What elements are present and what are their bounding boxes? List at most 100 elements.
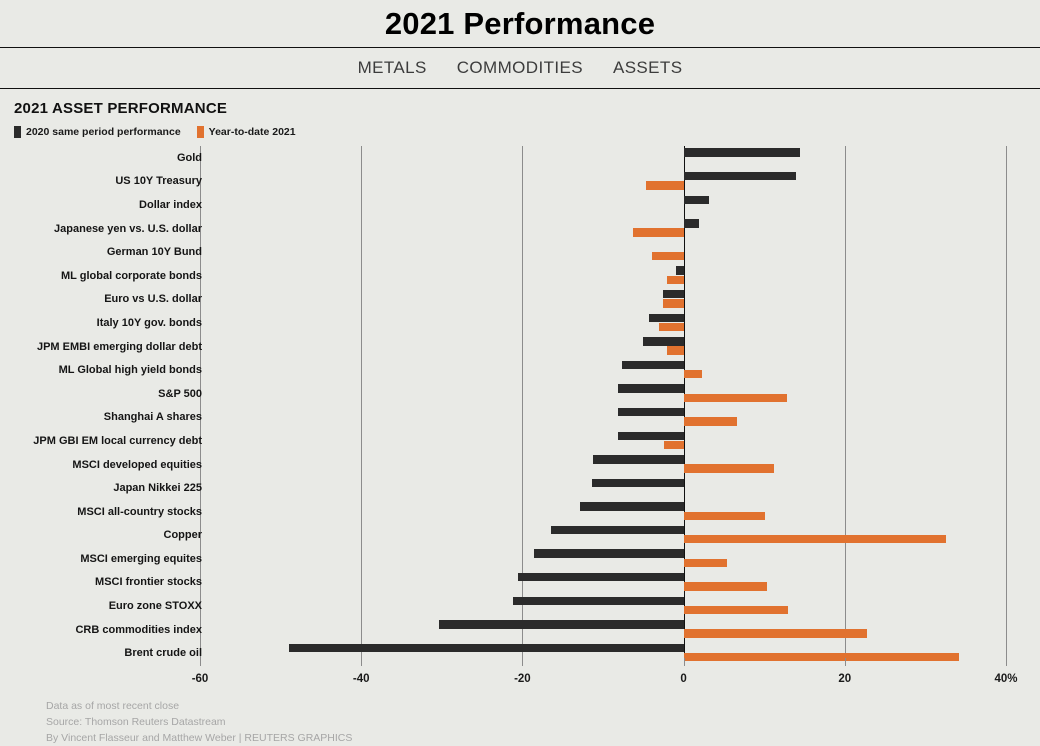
x-tick-label: -60 bbox=[191, 673, 209, 685]
chart-row: S&P 500 bbox=[0, 382, 1040, 406]
legend-label-ytd: Year-to-date 2021 bbox=[208, 126, 296, 138]
legend-swatch-ytd bbox=[196, 126, 204, 138]
bar-ytd bbox=[683, 605, 789, 615]
row-label: ML Global high yield bonds bbox=[58, 364, 202, 377]
bar-prev bbox=[438, 620, 684, 629]
bar-ytd bbox=[645, 181, 684, 190]
bar-ytd bbox=[683, 511, 765, 520]
footer-line-1: Data as of most recent close bbox=[46, 700, 180, 712]
nav-bar: METALS COMMODITIES ASSETS bbox=[0, 48, 1040, 89]
x-tick-label: -40 bbox=[352, 673, 370, 685]
row-label: Euro zone STOXX bbox=[108, 600, 202, 613]
row-label: German 10Y Bund bbox=[106, 246, 202, 259]
bar-prev bbox=[683, 219, 699, 228]
row-label: Dollar index bbox=[139, 198, 202, 211]
footer-line-3: By Vincent Flasseur and Matthew Weber | … bbox=[46, 732, 353, 744]
tick-mark--20 bbox=[522, 658, 524, 666]
row-label: Japanese yen vs. U.S. dollar bbox=[54, 222, 202, 235]
legend-swatch-prev bbox=[14, 126, 21, 138]
bar-rows: Gold US 10Y Treasury Dollar index Japanese … bbox=[0, 146, 1040, 665]
legend-label-prev: 2020 same period performance bbox=[26, 126, 181, 138]
chart-legend: 2020 same period performance Year-to-dat… bbox=[14, 126, 1040, 138]
chart-row: German 10Y Bund bbox=[0, 240, 1040, 264]
chart-row: MSCI emerging equites bbox=[0, 547, 1040, 571]
chart-row: JPM GBI EM local currency debt bbox=[0, 429, 1040, 453]
bar-prev bbox=[512, 596, 684, 606]
bar-prev bbox=[683, 148, 801, 157]
chart-row: Euro zone STOXX bbox=[0, 594, 1040, 618]
row-label: Italy 10Y gov. bonds bbox=[96, 316, 202, 329]
bar-ytd bbox=[683, 629, 867, 638]
tick-mark-20 bbox=[844, 658, 846, 666]
row-label: JPM EMBI emerging dollar debt bbox=[36, 340, 202, 353]
chart-row: Dollar index bbox=[0, 193, 1040, 217]
bar-prev bbox=[683, 195, 710, 204]
row-label: MSCI frontier stocks bbox=[95, 576, 202, 589]
chart-row: JPM EMBI emerging dollar debt bbox=[0, 335, 1040, 359]
chart-row: MSCI all-country stocks bbox=[0, 500, 1040, 524]
chart-row: Gold bbox=[0, 146, 1040, 170]
row-label: US 10Y Treasury bbox=[115, 175, 202, 188]
bar-prev bbox=[683, 171, 797, 181]
chart-title: 2021 ASSET PERFORMANCE bbox=[14, 100, 228, 117]
chart-row: Euro vs U.S. dollar bbox=[0, 288, 1040, 312]
x-tick-label: 0 bbox=[680, 673, 687, 685]
bar-ytd bbox=[683, 653, 960, 662]
bar-prev bbox=[591, 478, 684, 488]
nav-item-assets[interactable]: ASSETS bbox=[613, 58, 682, 78]
nav-item-metals[interactable]: METALS bbox=[358, 58, 427, 78]
bar-ytd bbox=[683, 558, 728, 568]
chart-header: 2021 ASSET PERFORMANCE 2020 same period … bbox=[0, 89, 1040, 138]
row-label: Brent crude oil bbox=[124, 647, 202, 660]
chart-row: Japan Nikkei 225 bbox=[0, 476, 1040, 500]
chart-row: Italy 10Y gov. bonds bbox=[0, 311, 1040, 335]
row-label: Japan Nikkei 225 bbox=[113, 482, 202, 495]
chart-row: ML Global high yield bonds bbox=[0, 358, 1040, 382]
x-axis: -60 -40 -20 0 20 40% bbox=[0, 658, 1040, 692]
row-label: S&P 500 bbox=[158, 387, 202, 400]
chart-row: Shanghai A shares bbox=[0, 406, 1040, 430]
chart-row: ML global corporate bonds bbox=[0, 264, 1040, 288]
x-tick-label: 40% bbox=[994, 673, 1018, 685]
bar-prev bbox=[592, 455, 684, 464]
bar-ytd bbox=[683, 582, 767, 591]
bar-ytd bbox=[667, 346, 684, 355]
plot-area: Gold US 10Y Treasury Dollar index Japanese … bbox=[0, 146, 1040, 666]
bar-ytd bbox=[652, 251, 684, 261]
chart-row: US 10Y Treasury bbox=[0, 170, 1040, 194]
tick-mark-40 bbox=[1006, 658, 1007, 666]
bar-ytd bbox=[683, 535, 946, 544]
bar-prev bbox=[643, 337, 684, 346]
nav-item-commodities[interactable]: COMMODITIES bbox=[457, 58, 583, 78]
bar-prev bbox=[618, 407, 684, 417]
bar-ytd bbox=[662, 299, 684, 308]
bar-ytd bbox=[683, 369, 703, 379]
footer: Data as of most recent close Source: Tho… bbox=[0, 692, 1040, 746]
row-label: JPM GBI EM local currency debt bbox=[33, 434, 202, 447]
row-label: Copper bbox=[163, 529, 203, 542]
legend-item-prev: 2020 same period performance bbox=[14, 126, 181, 138]
row-label: ML global corporate bonds bbox=[61, 269, 202, 282]
bar-prev bbox=[676, 266, 684, 275]
x-tick-label: -20 bbox=[514, 673, 531, 685]
chart-page: 2021 Performance METALS COMMODITIES ASSE… bbox=[0, 0, 1040, 744]
page-title: 2021 Performance bbox=[384, 5, 656, 41]
tick-mark--60 bbox=[200, 658, 201, 666]
bar-prev bbox=[534, 549, 684, 558]
bar-prev bbox=[550, 525, 684, 535]
bar-prev bbox=[617, 431, 684, 440]
row-label: MSCI developed equities bbox=[72, 458, 202, 471]
row-label: MSCI emerging equites bbox=[80, 552, 202, 565]
bar-prev bbox=[288, 643, 684, 653]
bar-ytd bbox=[659, 322, 684, 332]
bar-ytd bbox=[664, 440, 684, 450]
bar-prev bbox=[622, 360, 684, 370]
legend-item-ytd: Year-to-date 2021 bbox=[196, 126, 296, 138]
x-tick-label: 20 bbox=[838, 673, 852, 685]
chart-row: CRB commodities index bbox=[0, 618, 1040, 642]
row-label: Euro vs U.S. dollar bbox=[104, 293, 202, 306]
bar-prev bbox=[580, 502, 684, 511]
chart-row: Japanese yen vs. U.S. dollar bbox=[0, 217, 1040, 241]
bar-ytd bbox=[667, 275, 684, 284]
title-bar: 2021 Performance bbox=[0, 0, 1040, 48]
